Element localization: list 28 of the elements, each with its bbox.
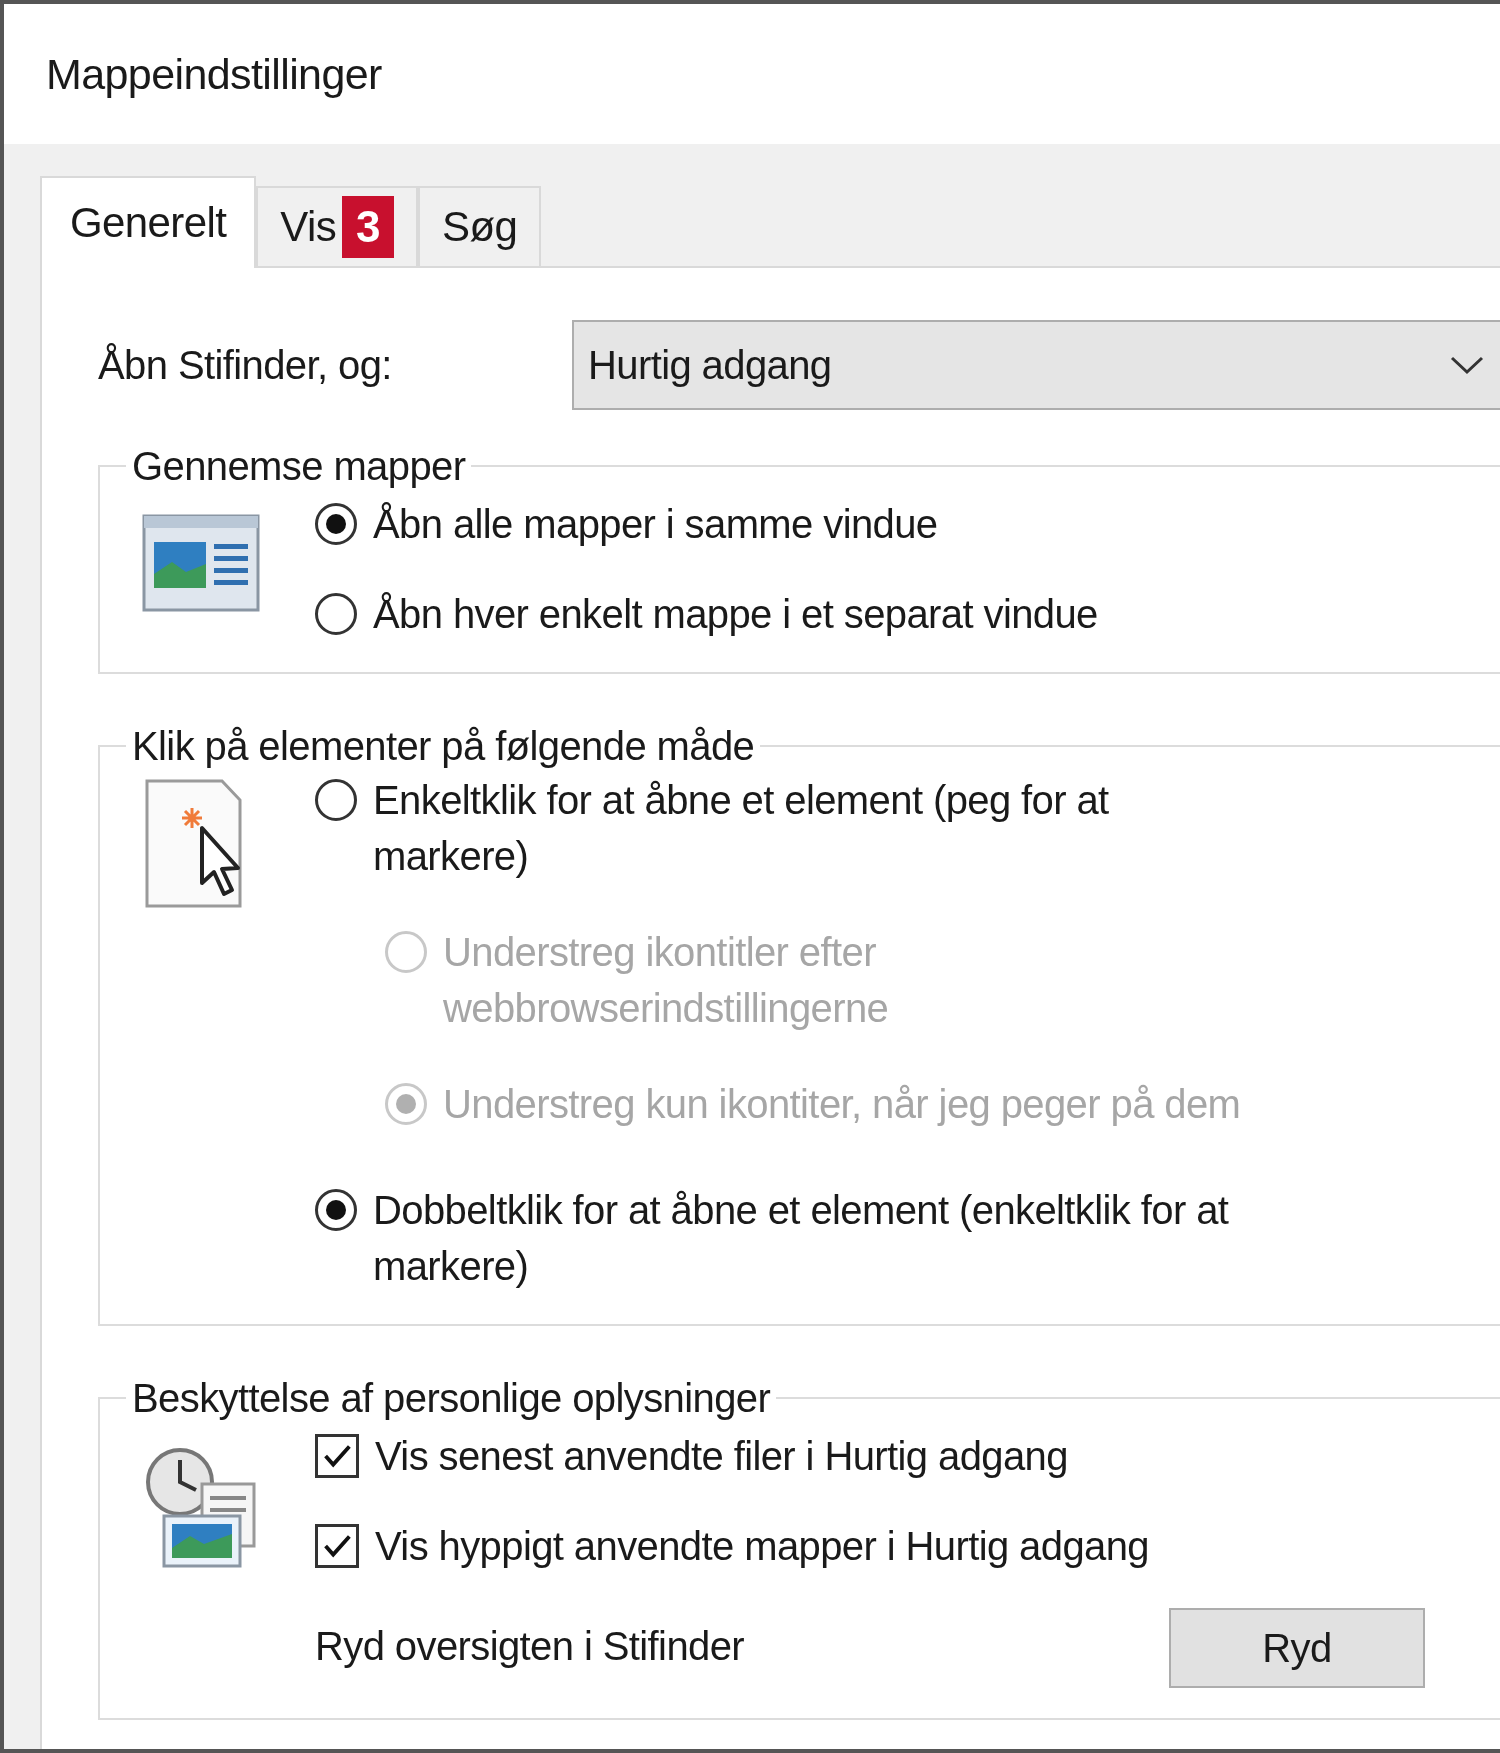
action-label: Ryd oversigten i Stifinder: [315, 1623, 745, 1670]
group-title: Gennemse mapper: [131, 444, 467, 488]
step-badge: 3: [342, 196, 394, 258]
option-label: Vis senest anvendte filer i Hurtig adgang: [375, 1433, 1068, 1480]
group-title: Klik på elementer på følgende måde: [131, 724, 756, 768]
option-label: Enkeltklik for at åbne et element (peg for at markere): [373, 777, 1110, 880]
radio-button[interactable]: [315, 1189, 357, 1231]
option-label: Understreg kun ikontiter, når jeg peger på dem: [443, 1081, 1241, 1128]
window-title: Mappeindstillinger: [46, 49, 382, 99]
option-label: Åbn alle mapper i samme vindue: [373, 501, 938, 548]
option-label: Dobbeltklik for at åbne et element (enkeltklik for at markere): [373, 1187, 1230, 1290]
clear-button[interactable]: Ryd: [1169, 1608, 1425, 1688]
window-picture-icon: [142, 514, 262, 614]
option-label: Vis hyppigt anvendte mapper i Hurtig adgang: [375, 1523, 1149, 1570]
field-label: Åbn Stifinder, og:: [98, 342, 393, 388]
radio-button[interactable]: [315, 779, 357, 821]
checkbox[interactable]: [315, 1524, 359, 1568]
radio-button[interactable]: [315, 503, 357, 545]
chevron-down-icon: [1450, 355, 1484, 375]
option-label: Åbn hver enkelt mappe i et separat vindue: [373, 591, 1098, 638]
group-title: Beskyttelse af personlige oplysninger: [131, 1376, 772, 1420]
dropdown[interactable]: Hurtig adgang: [572, 320, 1500, 410]
tab[interactable]: Søg: [417, 186, 542, 266]
radio-button[interactable]: [315, 593, 357, 635]
tab[interactable]: Generelt: [40, 176, 257, 268]
checkbox[interactable]: [315, 1434, 359, 1478]
option-label: Understreg ikontitler efter webbrowserindstillingerne: [443, 929, 890, 1032]
tab[interactable]: Vis 3: [256, 186, 418, 266]
